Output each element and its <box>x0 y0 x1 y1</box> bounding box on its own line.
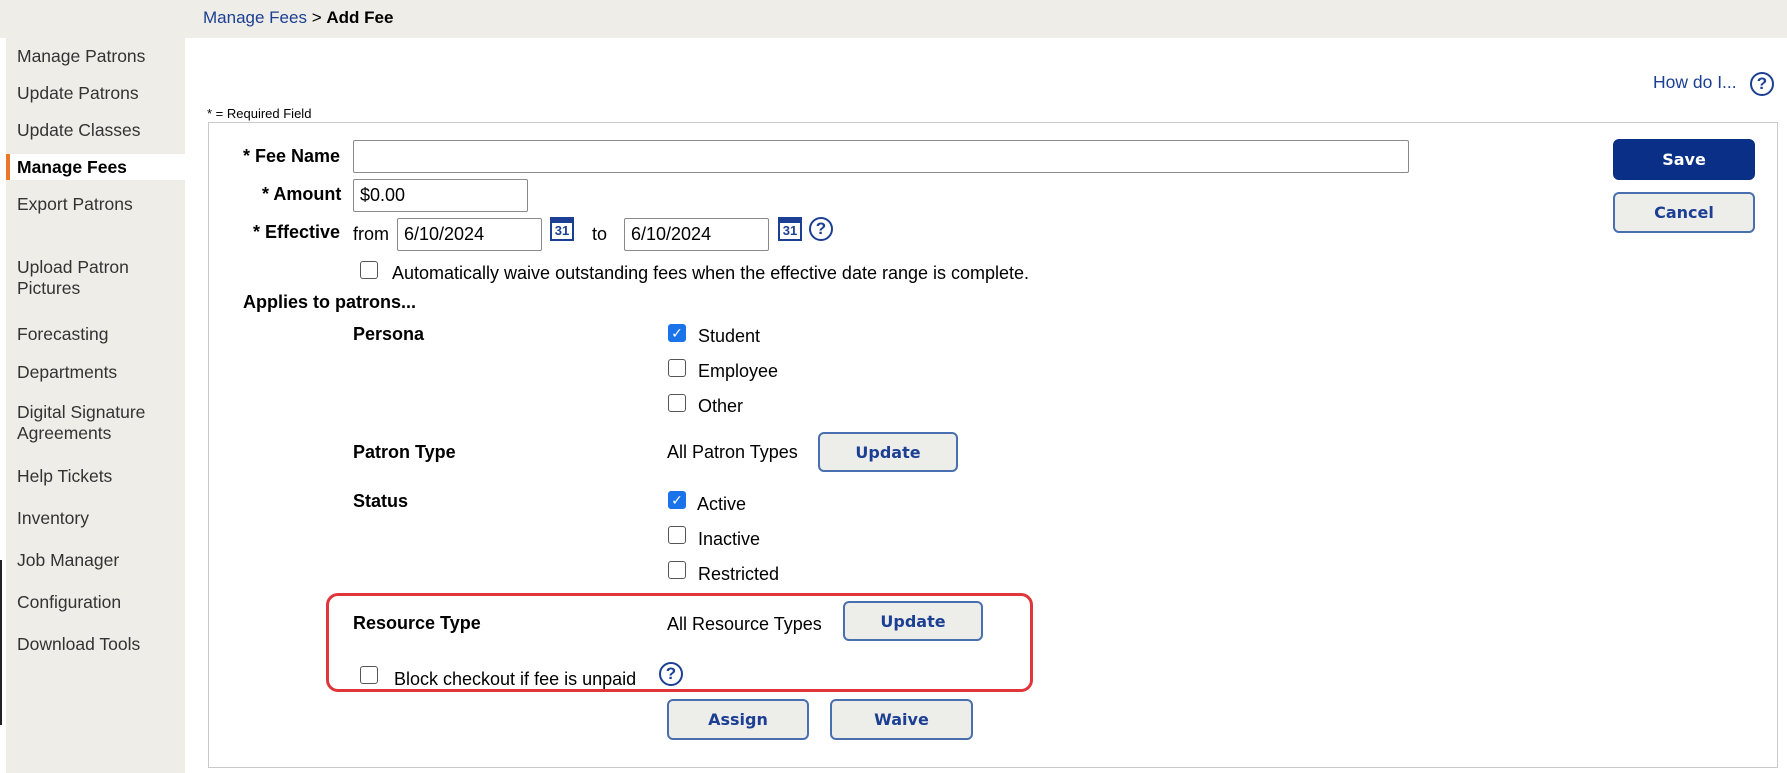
breadcrumb: Manage Fees > Add Fee <box>203 8 393 28</box>
amount-label: * Amount <box>262 184 342 204</box>
status-active-label: Active <box>697 494 747 514</box>
required-field-note: * = Required Field <box>207 106 312 121</box>
window-edge <box>0 560 2 725</box>
sidebar-item-upload-patron-pictures[interactable]: Upload Patron Pictures <box>6 257 156 299</box>
applies-heading: Applies to patrons... <box>243 292 417 312</box>
save-button[interactable]: Save <box>1613 139 1755 180</box>
effective-help-icon[interactable]: ? <box>809 217 833 241</box>
sidebar-item-configuration[interactable]: Configuration <box>6 592 185 613</box>
sidebar-item-update-classes[interactable]: Update Classes <box>6 120 185 141</box>
calendar-icon-to[interactable]: 31 <box>778 217 802 241</box>
resource-type-update-button[interactable]: Update <box>843 601 983 641</box>
status-inactive-label: Inactive <box>698 529 761 549</box>
auto-waive-label: Automatically waive outstanding fees whe… <box>392 263 1030 283</box>
sidebar: Manage Patrons Update Patrons Update Cla… <box>6 38 185 773</box>
how-do-i-link[interactable]: How do I... <box>1653 72 1737 93</box>
sidebar-item-update-patrons[interactable]: Update Patrons <box>6 83 185 104</box>
block-checkout-help-icon[interactable]: ? <box>659 662 683 686</box>
effective-to-input[interactable] <box>624 218 769 251</box>
sidebar-item-job-manager[interactable]: Job Manager <box>6 550 185 571</box>
sidebar-item-forecasting[interactable]: Forecasting <box>6 324 185 345</box>
sidebar-item-export-patrons[interactable]: Export Patrons <box>6 194 185 215</box>
sidebar-item-download-tools[interactable]: Download Tools <box>6 634 185 655</box>
status-active-checkbox[interactable]: ✓ <box>668 491 686 509</box>
sidebar-item-manage-patrons[interactable]: Manage Patrons <box>6 46 185 67</box>
fee-name-label: * Fee Name <box>243 146 341 166</box>
status-inactive-checkbox[interactable] <box>668 526 686 544</box>
resource-type-label: Resource Type <box>353 613 481 633</box>
sidebar-item-digital-signature-agreements[interactable]: Digital Signature Agreements <box>6 402 181 444</box>
resource-type-value: All Resource Types <box>667 614 822 634</box>
patron-type-label: Patron Type <box>353 442 456 462</box>
breadcrumb-separator: > <box>311 8 322 27</box>
persona-employee-label: Employee <box>698 361 779 381</box>
auto-waive-checkbox[interactable] <box>360 261 378 279</box>
status-restricted-label: Restricted <box>698 564 780 584</box>
question-circle-icon[interactable]: ? <box>1750 72 1774 96</box>
effective-to-label: to <box>592 224 608 244</box>
patron-type-value: All Patron Types <box>667 442 798 462</box>
status-restricted-checkbox[interactable] <box>668 561 686 579</box>
assign-button[interactable]: Assign <box>667 699 809 740</box>
effective-label: * Effective <box>253 222 341 242</box>
block-checkout-checkbox[interactable] <box>360 666 378 684</box>
top-bar: Manage Fees > Add Fee <box>0 0 1787 38</box>
sidebar-item-departments[interactable]: Departments <box>6 362 185 383</box>
breadcrumb-current: Add Fee <box>326 8 394 27</box>
persona-other-label: Other <box>698 396 744 416</box>
sidebar-item-inventory[interactable]: Inventory <box>6 508 185 529</box>
calendar-icon-from[interactable]: 31 <box>550 217 574 241</box>
persona-employee-checkbox[interactable] <box>668 359 686 377</box>
patron-type-update-button[interactable]: Update <box>818 432 958 472</box>
sidebar-item-help-tickets[interactable]: Help Tickets <box>6 466 185 487</box>
block-checkout-label: Block checkout if fee is unpaid <box>394 669 637 689</box>
persona-other-checkbox[interactable] <box>668 394 686 412</box>
effective-from-label: from <box>353 224 389 244</box>
breadcrumb-link-manage-fees[interactable]: Manage Fees <box>203 8 307 27</box>
amount-input[interactable] <box>353 179 528 212</box>
fee-name-input[interactable] <box>353 140 1409 173</box>
effective-from-input[interactable] <box>397 218 542 251</box>
persona-label: Persona <box>353 324 425 344</box>
sidebar-item-manage-fees[interactable]: Manage Fees <box>6 154 185 180</box>
persona-student-label: Student <box>698 326 761 346</box>
cancel-button[interactable]: Cancel <box>1613 192 1755 233</box>
waive-button[interactable]: Waive <box>830 699 973 740</box>
status-label: Status <box>353 491 409 511</box>
persona-student-checkbox[interactable]: ✓ <box>668 324 686 342</box>
